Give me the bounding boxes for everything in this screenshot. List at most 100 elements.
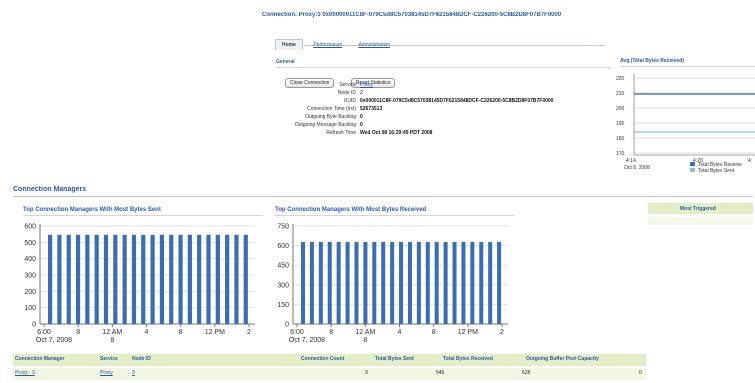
legend-swatch-received [690, 162, 695, 166]
chart-bar [336, 241, 341, 324]
chart-bar [103, 234, 109, 324]
x-tick-label: 4 [398, 329, 402, 336]
chart-bar [390, 241, 395, 324]
chart-bar [113, 234, 118, 324]
y-tick-label: 300 [277, 282, 289, 289]
col-outgoing-buffer: Outgoing Buffer Pool Capacity [526, 356, 599, 362]
y-tick: 220 [616, 76, 625, 82]
chart-bar [479, 241, 484, 324]
x-tick-label: 2 [247, 329, 251, 336]
avg-chart-title: Avg (Total Bytes Received) [620, 58, 684, 64]
x-sub-label: Oct 8, 2008 [624, 165, 650, 171]
x-tick-label: 8 [432, 329, 436, 336]
col-connection-manager: Connection Manager [15, 356, 65, 362]
chart-bar [443, 241, 448, 324]
node-id-link[interactable]: 3 [132, 370, 135, 376]
tab-administration[interactable]: Administration [352, 40, 396, 50]
y-tick: 200 [616, 106, 625, 112]
chart-bar [131, 234, 137, 324]
x-tick-label: 6:00 [37, 329, 51, 336]
x-sub-label: 8 [363, 337, 367, 344]
chart-bar [75, 234, 81, 324]
connection-title: Connection: Proxy:3 0x00000011C8F-079C5d… [262, 12, 562, 18]
x-tick: 4: [748, 158, 752, 164]
legend-swatch-sent [690, 168, 695, 172]
chart-bar [66, 234, 71, 324]
chart-1-title: Top Connection Managers With Most Bytes … [23, 207, 161, 213]
general-divider [276, 67, 611, 68]
x-tick-label: 12 AM [102, 329, 122, 336]
x-tick-label: 8 [329, 329, 333, 336]
general-heading: General [276, 59, 295, 65]
x-sub-label: Oct 7, 2008 [289, 337, 325, 344]
x-sub-label: Oct 7, 2008 [36, 337, 72, 344]
chart-bar [488, 241, 493, 324]
chart-bar [345, 241, 350, 324]
x-tick-label: 12 AM [355, 329, 375, 336]
col-total-bytes-sent: Total Bytes Sent [375, 356, 414, 362]
field-label: Node ID [337, 90, 356, 96]
y-tick-label: 750 [277, 224, 289, 231]
y-tick: 210 [616, 91, 625, 97]
chart-bar [159, 234, 165, 324]
y-tick-label: 200 [24, 289, 36, 296]
tab-bar: Home Performance Administration [275, 33, 605, 50]
y-tick-label: 450 [277, 263, 289, 270]
field-uuid: UUID 0x000011C8F-079C5d8C57038145D7F6215… [268, 98, 618, 106]
y-tick: 170 [616, 151, 625, 157]
field-service: Service Proxy [268, 82, 618, 90]
chart-bar [234, 234, 239, 324]
x-tick-label: 8 [76, 329, 80, 336]
y-tick-label: 600 [277, 243, 289, 250]
field-value: 52673513 [360, 106, 383, 112]
y-tick-label: 600 [24, 224, 36, 231]
y-tick: 190 [616, 121, 625, 127]
section-divider [13, 196, 753, 197]
y-tick-label: 500 [24, 240, 36, 247]
chart-bar [243, 234, 248, 324]
chart-bar [141, 234, 146, 324]
most-triggered-header: Most Triggered [648, 203, 753, 214]
chart-bar [327, 241, 332, 324]
connection-manager-link[interactable]: Proxy : 3 [15, 370, 35, 376]
x-tick-label: 12 PM [458, 329, 478, 336]
general-fields: Service Proxy Node ID 2 UUID 0x000011C8F… [268, 82, 618, 138]
field-label: Service [339, 82, 356, 88]
field-value: Wed Oct 08 16:29:49 PDT 2008 [360, 130, 433, 136]
y-tick: 180 [616, 136, 625, 142]
buffer-capacity-value: 0 [639, 370, 642, 376]
y-tick-label: 100 [24, 305, 36, 312]
chart-bar [48, 234, 53, 324]
field-value: 0 [360, 122, 363, 128]
chart-2-title: Top Connection Managers With Most Bytes … [275, 207, 427, 213]
bytes-sent-value: 546 [436, 370, 445, 376]
x-tick-label: 8 [179, 329, 183, 336]
tab-performance[interactable]: Performance [307, 40, 348, 50]
x-tick-label: 4 [145, 329, 149, 336]
chart-bar [301, 241, 306, 324]
chart-bar [497, 241, 502, 324]
chart-bar [434, 241, 439, 324]
chart-bar [215, 234, 220, 324]
service-link[interactable]: Proxy [100, 370, 113, 376]
tab-home[interactable]: Home [275, 39, 303, 50]
col-node-id: Node ID [132, 356, 151, 362]
field-value: 0x000011C8F-079C5d8C57038145D7F6215848DC… [360, 98, 554, 104]
field-value: 2 [360, 90, 363, 96]
x-tick: 4:14 [626, 158, 636, 164]
avg-chart-divider [620, 66, 755, 67]
chart-2-divider [275, 215, 515, 216]
chart-bar [206, 234, 211, 324]
y-tick-label: 0 [32, 322, 36, 329]
chart-bar [381, 241, 386, 324]
service-link[interactable]: Proxy [360, 82, 373, 88]
chart-bar [150, 234, 155, 324]
chart-bar [169, 234, 174, 324]
y-tick-label: 300 [24, 273, 36, 280]
chart-bar [309, 241, 314, 324]
bytes-sent-chart: 60050040030020010006:00Oct 7, 20088 12 AM… [24, 224, 255, 344]
field-connection-time: Connection Time (ms) 52673513 [268, 106, 618, 114]
connection-count-value: 3 [365, 370, 368, 376]
field-label: Outgoing Message Backlog [294, 122, 356, 128]
chart-bar [416, 241, 421, 324]
